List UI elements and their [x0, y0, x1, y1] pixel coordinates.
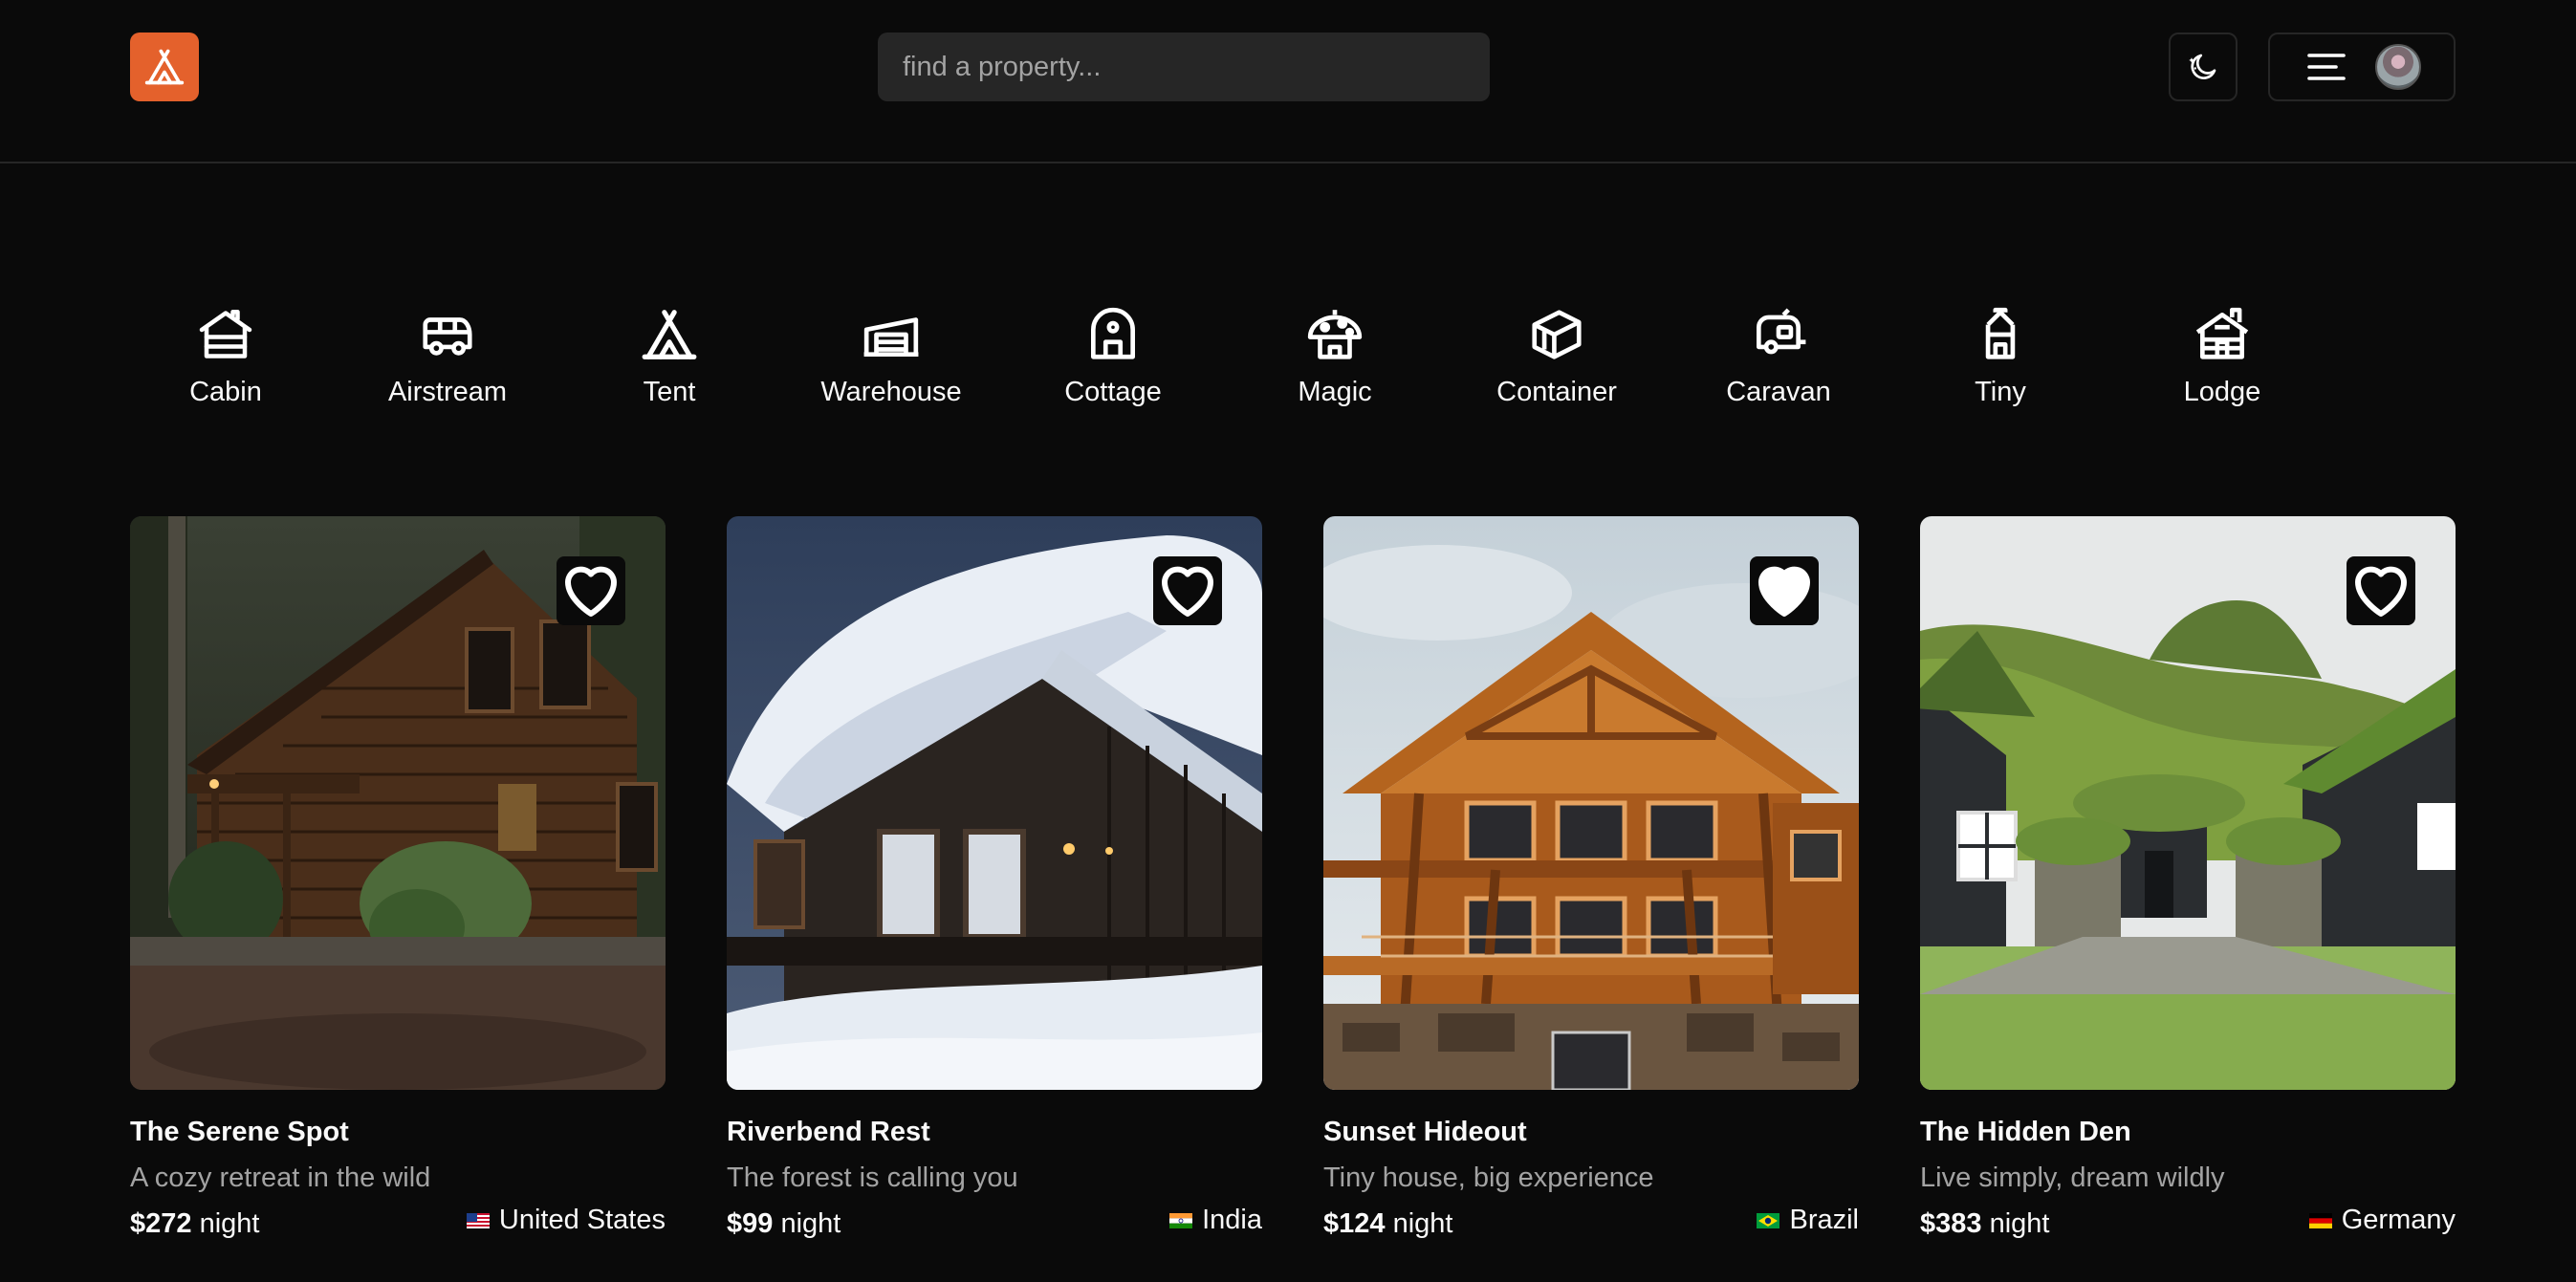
country-name: Brazil	[1789, 1205, 1859, 1235]
category-tiny[interactable]: Tiny	[1905, 304, 2096, 419]
price-unit: night	[199, 1208, 260, 1239]
property-tagline: A cozy retreat in the wild	[130, 1162, 431, 1193]
container-icon	[1526, 304, 1587, 365]
heart-icon	[565, 566, 617, 617]
category-list: Cabin Airstream Tent Warehouse Cottage M…	[130, 304, 2456, 419]
warehouse-icon	[861, 304, 922, 365]
property-country: Brazil	[1757, 1205, 1859, 1236]
heart-icon	[1162, 566, 1213, 617]
moon-stars-icon	[2189, 54, 2216, 79]
price-unit: night	[780, 1208, 841, 1239]
property-name[interactable]: Riverbend Rest	[727, 1117, 930, 1148]
category-cabin[interactable]: Cabin	[130, 304, 321, 419]
avatar	[2375, 44, 2421, 90]
property-price: $124 night	[1323, 1208, 1452, 1240]
navbar	[0, 0, 2576, 163]
property-image[interactable]	[727, 516, 1262, 1090]
category-label: Warehouse	[820, 377, 962, 407]
property-card[interactable]: Sunset Hideout Tiny house, big experienc…	[1323, 516, 1859, 1252]
property-country: United States	[466, 1205, 666, 1236]
property-name[interactable]: The Serene Spot	[130, 1117, 349, 1148]
price-amount: $124	[1323, 1208, 1386, 1239]
property-price: $272 night	[130, 1208, 259, 1240]
user-menu-button[interactable]	[2268, 33, 2456, 101]
favorite-button[interactable]	[2347, 556, 2415, 625]
category-label: Magic	[1298, 377, 1372, 407]
category-warehouse[interactable]: Warehouse	[796, 304, 987, 419]
category-caravan[interactable]: Caravan	[1683, 304, 1874, 419]
cabin-icon	[195, 304, 256, 365]
tiny-house-icon	[1970, 304, 2031, 365]
property-image[interactable]	[1323, 516, 1859, 1090]
favorite-button[interactable]	[1153, 556, 1222, 625]
category-cottage[interactable]: Cottage	[1017, 304, 1209, 419]
germany-flag-icon	[2308, 1212, 2332, 1228]
mushroom-house-icon	[1304, 304, 1365, 365]
cottage-icon	[1082, 304, 1144, 365]
price-amount: $99	[727, 1208, 774, 1239]
hamburger-menu-icon	[2307, 54, 2346, 80]
brazil-flag-icon	[1757, 1212, 1780, 1228]
property-tagline: The forest is calling you	[727, 1162, 1018, 1193]
category-label: Lodge	[2183, 377, 2261, 407]
airstream-icon	[417, 304, 478, 365]
category-airstream[interactable]: Airstream	[352, 304, 543, 419]
property-image[interactable]	[130, 516, 666, 1090]
category-lodge[interactable]: Lodge	[2127, 304, 2318, 419]
property-country: Germany	[2308, 1205, 2456, 1236]
property-country: India	[1169, 1205, 1262, 1236]
search-input[interactable]	[878, 33, 1490, 101]
property-card[interactable]: The Hidden Den Live simply, dream wildly…	[1920, 516, 2456, 1252]
property-tagline: Live simply, dream wildly	[1920, 1162, 2225, 1193]
category-tent[interactable]: Tent	[574, 304, 765, 419]
category-label: Cottage	[1064, 377, 1162, 407]
property-price: $383 night	[1920, 1208, 2049, 1240]
property-name[interactable]: The Hidden Den	[1920, 1117, 2131, 1148]
india-flag-icon	[1169, 1212, 1193, 1228]
category-label: Tiny	[1975, 377, 2026, 407]
price-unit: night	[1989, 1208, 2050, 1239]
heart-icon	[2355, 566, 2407, 617]
category-container[interactable]: Container	[1461, 304, 1652, 419]
country-name: Germany	[2341, 1205, 2456, 1235]
tent-icon	[639, 304, 700, 365]
price-amount: $272	[130, 1208, 192, 1239]
category-label: Cabin	[189, 377, 262, 407]
us-flag-icon	[466, 1212, 490, 1228]
property-tagline: Tiny house, big experience	[1323, 1162, 1654, 1193]
favorite-button[interactable]	[1750, 556, 1819, 625]
caravan-icon	[1748, 304, 1809, 365]
category-label: Container	[1496, 377, 1617, 407]
category-magic[interactable]: Magic	[1239, 304, 1430, 419]
category-label: Tent	[643, 377, 696, 407]
property-card[interactable]: The Serene Spot A cozy retreat in the wi…	[130, 516, 666, 1252]
property-price: $99 night	[727, 1208, 840, 1240]
property-card[interactable]: Riverbend Rest The forest is calling you…	[727, 516, 1262, 1252]
favorite-button[interactable]	[557, 556, 625, 625]
logo-tent-icon[interactable]	[130, 33, 199, 101]
property-image[interactable]	[1920, 516, 2456, 1090]
country-name: United States	[498, 1205, 666, 1235]
heart-filled-icon	[1758, 566, 1810, 617]
category-label: Caravan	[1726, 377, 1831, 407]
price-unit: night	[1392, 1208, 1453, 1239]
country-name: India	[1202, 1205, 1262, 1235]
price-amount: $383	[1920, 1208, 1982, 1239]
property-name[interactable]: Sunset Hideout	[1323, 1117, 1527, 1148]
category-label: Airstream	[387, 377, 508, 407]
theme-toggle-button[interactable]	[2169, 33, 2238, 101]
lodge-icon	[2192, 304, 2253, 365]
